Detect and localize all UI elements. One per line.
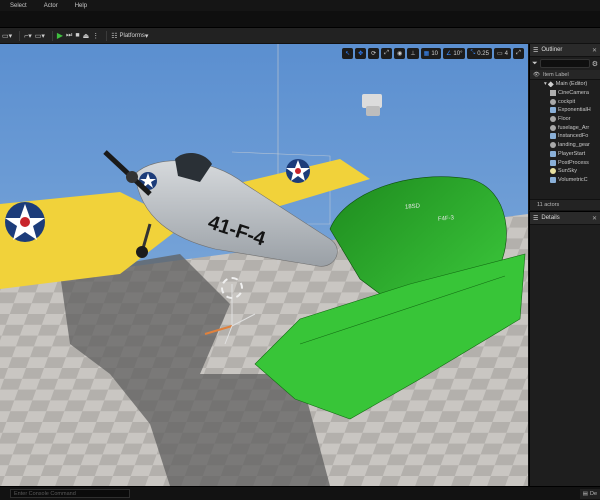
actor-icon (550, 159, 556, 166)
actor-icon (550, 107, 556, 114)
camera-speed-button[interactable]: ▭ 4 (493, 48, 511, 59)
mesh-icon (550, 98, 556, 105)
visibility-icon[interactable]: 👁 (533, 72, 540, 78)
outliner-search-row: ⏷ ⚙ (530, 57, 600, 70)
angle-icon: ∠ (446, 51, 452, 57)
outliner-item[interactable]: ▾ Main (Editor) (530, 80, 600, 89)
outliner-item[interactable]: InstancedFo (530, 132, 600, 141)
outliner-item-label: PlayerStart (558, 150, 586, 157)
menu-select[interactable]: Select (10, 3, 27, 9)
more-options-icon[interactable]: ⋮ (92, 30, 99, 41)
stop-icon[interactable]: ■ (75, 30, 79, 41)
outliner-item[interactable]: PostProcess (530, 158, 600, 167)
toolbar-divider (106, 30, 108, 41)
select-mode-icon[interactable]: ↖ (342, 48, 354, 59)
status-bar: Enter Console Command ▤ De (0, 486, 600, 500)
details-icon: ☰ (533, 215, 539, 222)
outliner-item[interactable]: landing_gear (530, 141, 600, 150)
outliner-column-header: 👁 Item Label (530, 70, 600, 80)
rotation-snap-button[interactable]: ∠ 10° (443, 48, 466, 59)
rotate-icon[interactable]: ⟳ (368, 48, 380, 59)
scale-icon[interactable]: ⤢ (381, 48, 393, 59)
chevron-down-icon[interactable]: ▾ (544, 81, 547, 87)
scale-snap-icon: ⤡ (470, 50, 476, 56)
outliner-icon: ☰ (533, 47, 539, 54)
settings-icon[interactable]: ⚙ (592, 60, 598, 68)
translate-icon[interactable]: ✥ (355, 48, 367, 59)
toolbar-divider (19, 30, 21, 41)
outliner-panel: ☰ Outliner ✕ ⏷ ⚙ 👁 Item Label ▾ Main (Edi… (529, 44, 600, 210)
mesh-icon (550, 142, 556, 149)
outliner-item-label: PostProcess (558, 159, 589, 166)
console-command-input[interactable]: Enter Console Command (10, 489, 130, 498)
outliner-item[interactable]: Floor (530, 115, 600, 124)
outliner-item-label: InstancedFo (558, 133, 589, 140)
outliner-item[interactable]: cockpit (530, 97, 600, 106)
outliner-item-label: landing_gear (558, 142, 590, 149)
mesh-icon (550, 116, 556, 123)
scale-snap-button[interactable]: ⤡ 0.25 (467, 48, 492, 59)
outliner-item-label: ExponentialH (558, 107, 591, 114)
derived-data-button[interactable]: ▤ De (579, 489, 600, 499)
light-icon (550, 168, 556, 175)
camera-icon: ▭ (496, 51, 503, 57)
outliner-item[interactable]: SunSky (530, 167, 600, 176)
directional-light-icon[interactable] (221, 277, 243, 299)
outliner-item-label: Main (Editor) (555, 81, 588, 88)
scene-render (0, 44, 528, 486)
camera-icon (550, 90, 556, 97)
menu-actor[interactable]: Actor (44, 3, 58, 9)
play-icon[interactable]: ▶ (57, 30, 63, 41)
grid-snap-icon: ▦ (423, 51, 430, 57)
outliner-item-label: CineCamera (558, 90, 589, 97)
step-icon[interactable]: ⏭ (66, 30, 72, 41)
derived-data-icon: ▤ (582, 491, 588, 497)
outliner-item[interactable]: ExponentialH (530, 106, 600, 115)
level-viewport[interactable]: 41-F-4 18SD F4F-3 ↖ ✥ ⟳ ⤢ ◉ ⊥ ▦ 10 ∠ 10°… (0, 44, 528, 486)
outliner-item[interactable]: PlayerStart (530, 150, 600, 159)
cinematics-icon[interactable]: ▭▾ (35, 30, 45, 41)
outliner-item-label: Floor (558, 116, 571, 123)
world-space-icon[interactable]: ◉ (394, 48, 406, 59)
close-icon[interactable]: ✕ (592, 215, 597, 222)
outliner-item-label: fuselage_Arr (558, 124, 590, 131)
platforms-button[interactable]: ☷ Platforms ▾ (111, 30, 148, 41)
details-tab[interactable]: ☰ Details ✕ (530, 212, 600, 225)
level-tab-strip (0, 11, 600, 28)
world-icon (547, 81, 554, 88)
grid-snap-button[interactable]: ▦ 10 (420, 48, 442, 59)
mode-select-icon[interactable]: ▭▾ (2, 30, 12, 41)
outliner-item-label: VolumetricC (558, 176, 588, 183)
outliner-item-label: cockpit (558, 98, 576, 105)
actor-icon (550, 133, 556, 140)
actor-count: 11 actors (530, 199, 600, 210)
maximize-viewport-icon[interactable]: ⤢ (513, 48, 524, 59)
outliner-tab[interactable]: ☰ Outliner ✕ (530, 44, 600, 57)
filter-icon[interactable]: ⏷ (532, 60, 538, 68)
outliner-item[interactable]: fuselage_Arr (530, 123, 600, 132)
menu-help[interactable]: Help (75, 3, 87, 9)
details-panel: ☰ Details ✕ (529, 211, 600, 486)
outliner-list: ▾ Main (Editor) CineCamera cockpit Exponenti… (530, 80, 600, 184)
outliner-item[interactable]: CineCamera (530, 89, 600, 98)
chevron-down-icon: ▾ (144, 32, 149, 40)
outliner-search-input[interactable] (539, 59, 590, 68)
eject-icon[interactable]: ⏏ (83, 30, 90, 41)
outliner-item[interactable]: VolumetricC (530, 176, 600, 185)
mesh-icon (550, 124, 556, 131)
actor-icon (550, 176, 556, 183)
viewport-toolbar: ↖ ✥ ⟳ ⤢ ◉ ⊥ ▦ 10 ∠ 10° ⤡ 0.25 ▭ 4 ⤢ (342, 48, 524, 59)
blueprint-icon[interactable]: ⌐▾ (24, 30, 32, 41)
outliner-item-label: SunSky (558, 168, 577, 175)
platforms-icon: ☷ (111, 32, 118, 40)
main-toolbar: ▭▾ ⌐▾ ▭▾ ▶ ⏭ ■ ⏏ ⋮ ☷ Platforms ▾ (0, 28, 600, 44)
surface-snap-icon[interactable]: ⊥ (407, 48, 419, 59)
toolbar-divider (51, 30, 53, 41)
close-icon[interactable]: ✕ (592, 47, 597, 54)
menu-bar: Select Actor Help (0, 0, 600, 11)
actor-icon (550, 150, 556, 157)
